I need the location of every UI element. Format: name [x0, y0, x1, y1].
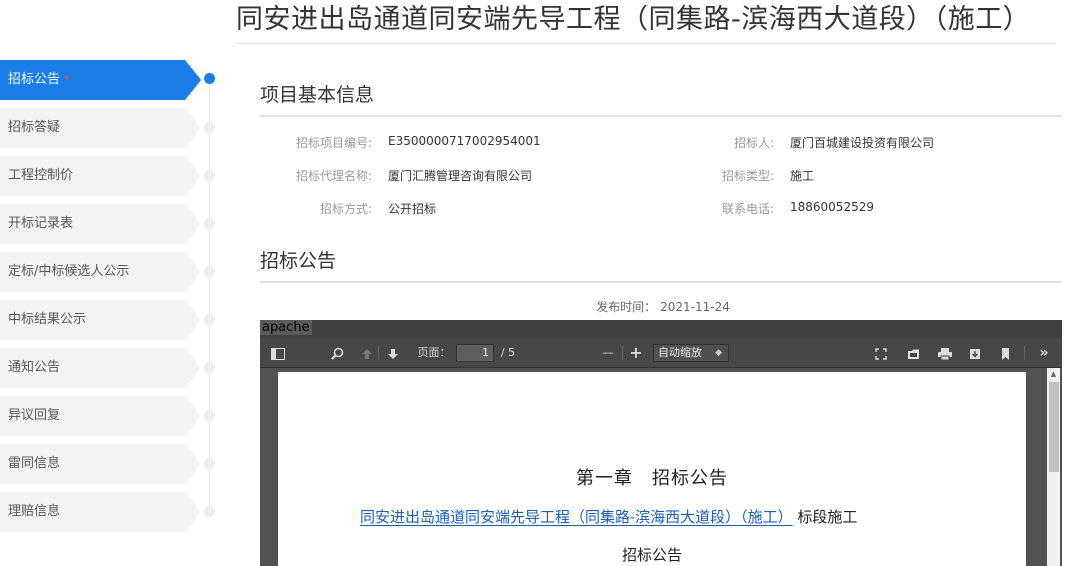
sidebar-item-label: 理赔信息 — [8, 504, 61, 519]
timeline-dot — [204, 218, 215, 229]
toolbar-separator — [622, 346, 623, 360]
print-icon[interactable] — [934, 338, 956, 368]
sidebar-item-objection-reply[interactable]: 异议回复 — [0, 396, 201, 436]
project-no-label: 招标项目编号: — [295, 136, 372, 150]
method-value: 公开招标 — [388, 202, 437, 216]
notice-heading: 招标公告 — [260, 246, 1062, 283]
previous-page-icon[interactable] — [358, 338, 376, 368]
agent-label: 招标代理名称: — [295, 169, 372, 183]
publish-time: 发布时间： 2021-11-24 — [260, 298, 1062, 315]
sidebar-item-bid-qa[interactable]: 招标答疑 — [0, 108, 201, 148]
sidebar-item-label: 开标记录表 — [8, 216, 74, 231]
page-label: 页面： — [417, 346, 451, 359]
chevron-down-icon: ◆ — [715, 348, 722, 358]
document-chapter-title: 第一章 招标公告 — [576, 468, 728, 489]
sidebar-item-label: 工程控制价 — [8, 168, 74, 183]
viewer-frame-label: apache — [260, 320, 312, 335]
tenderer-value: 厦门百城建设投资有限公司 — [790, 136, 935, 150]
publish-date: 2021-11-24 — [660, 300, 730, 314]
timeline-dot — [204, 506, 215, 517]
timeline-dot — [204, 266, 215, 277]
phone-label: 联系电话: — [721, 202, 774, 216]
next-page-icon[interactable] — [384, 338, 402, 368]
sidebar-item-label: 中标结果公示 — [8, 312, 87, 327]
info-row: 招标项目编号: E3500000717002954001 招标人: 厦门百城建设… — [260, 134, 1062, 154]
zoom-out-button[interactable]: — — [598, 338, 618, 368]
zoom-value: 自动缩放 — [658, 346, 702, 359]
sidebar-item-label: 通知公告 — [8, 360, 61, 375]
document-page: 第一章 招标公告 同安进出岛通道同安端先导工程（同集路-滨海西大道段）（施工） … — [278, 372, 1026, 566]
fullscreen-icon[interactable] — [870, 338, 892, 368]
document-project-suffix: 标段施工 — [797, 508, 858, 526]
page-total: / 5 — [500, 346, 516, 359]
search-icon[interactable] — [326, 338, 348, 368]
phone-value: 18860052529 — [790, 200, 874, 214]
timeline-line — [209, 78, 210, 518]
bookmark-icon[interactable] — [994, 338, 1016, 368]
zoom-in-button[interactable]: + — [626, 338, 646, 368]
basic-info-heading: 项目基本信息 — [260, 80, 1062, 117]
timeline-dot-active — [204, 73, 215, 84]
zoom-select[interactable]: 自动缩放 ◆ — [653, 344, 729, 362]
document-subtitle: 招标公告 — [621, 546, 682, 564]
sidebar-item-result-publicity[interactable]: 中标结果公示 — [0, 300, 201, 340]
pdf-toolbar: 页面： 1 / 5 — + 自动缩放 ◆ » — [260, 338, 1062, 368]
sidebar-item-label: 招标公告 — [8, 72, 61, 87]
method-label: 招标方式: — [319, 202, 372, 216]
sidebar-item-label: 定标/中标候选人公示 — [8, 264, 130, 279]
open-file-icon[interactable] — [902, 338, 924, 368]
sidebar-toggle-icon[interactable] — [266, 338, 290, 368]
download-icon[interactable] — [964, 338, 986, 368]
timeline-dot — [204, 314, 215, 325]
timeline-dot — [204, 410, 215, 421]
info-row: 招标代理名称: 厦门汇腾管理咨询有限公司 招标类型: 施工 — [260, 167, 1062, 187]
sidebar-item-notifications[interactable]: 通知公告 — [0, 348, 201, 388]
document-project-name: 同安进出岛通道同安端先导工程（同集路-滨海西大道段）（施工） — [360, 508, 793, 526]
sidebar-item-label: 异议回复 — [8, 408, 61, 423]
more-tools-icon[interactable]: » — [1032, 338, 1056, 368]
sidebar-item-bid-notice[interactable]: 招标公告 * — [0, 60, 201, 100]
timeline-dot — [204, 362, 215, 373]
type-value: 施工 — [790, 169, 815, 183]
required-mark: * — [64, 73, 70, 86]
project-no-value: E3500000717002954001 — [388, 134, 541, 148]
scrollbar-thumb[interactable] — [1049, 382, 1059, 472]
agent-value: 厦门汇腾管理咨询有限公司 — [388, 169, 533, 183]
scroll-up-icon[interactable]: ▲ — [1048, 369, 1059, 379]
type-label: 招标类型: — [721, 169, 774, 183]
timeline-dot — [204, 170, 215, 181]
tenderer-label: 招标人: — [733, 136, 774, 150]
info-row: 招标方式: 公开招标 联系电话: 18860052529 — [260, 200, 1062, 220]
page-number-input[interactable]: 1 — [456, 344, 494, 362]
sidebar-item-label: 招标答疑 — [8, 120, 61, 135]
document-area: 第一章 招标公告 同安进出岛通道同安端先导工程（同集路-滨海西大道段）（施工） … — [260, 368, 1062, 566]
pdf-viewer: apache 页面： 1 / 5 — + 自动缩放 ◆ » 第一章 招标公告 同… — [260, 320, 1062, 566]
sidebar-item-candidate-publicity[interactable]: 定标/中标候选人公示 — [0, 252, 201, 292]
sidebar-item-label: 雷同信息 — [8, 456, 61, 471]
document-project-line: 同安进出岛通道同安端先导工程（同集路-滨海西大道段）（施工） 标段施工 — [360, 506, 857, 527]
timeline-dot — [204, 122, 215, 133]
page-title: 同安进出岛通道同安端先导工程（同集路-滨海西大道段）（施工） — [236, 0, 1056, 44]
sidebar-item-claims-info[interactable]: 理赔信息 — [0, 492, 201, 532]
toolbar-separator — [378, 346, 379, 360]
publish-label: 发布时间： — [596, 300, 657, 314]
toolbar-separator — [1024, 346, 1025, 360]
sidebar-item-control-price[interactable]: 工程控制价 — [0, 156, 201, 196]
timeline-dot — [204, 458, 215, 469]
sidebar-item-similarity-info[interactable]: 雷同信息 — [0, 444, 201, 484]
sidebar-item-opening-record[interactable]: 开标记录表 — [0, 204, 201, 244]
